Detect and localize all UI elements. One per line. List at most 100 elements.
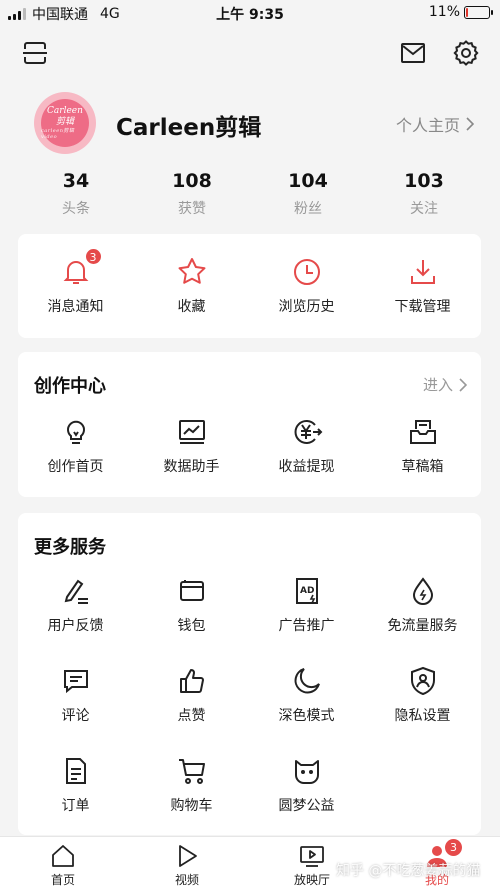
more-services-card: 更多服务 用户反馈 钱包 AD 广告推广 免流量服务 评论 点赞 深色模式 隐私… bbox=[18, 513, 481, 835]
stat-following[interactable]: 103 关注 bbox=[366, 170, 482, 218]
star-icon bbox=[176, 256, 208, 288]
clock-icon bbox=[291, 256, 323, 288]
service-likes[interactable]: 点赞 bbox=[134, 665, 249, 725]
stat-value: 104 bbox=[288, 170, 328, 192]
nav-label: 放映厅 bbox=[293, 873, 330, 887]
notification-badge: 3 bbox=[84, 248, 102, 265]
bell-icon: 3 bbox=[60, 248, 102, 288]
nav-video[interactable]: 视频 bbox=[137, 843, 237, 888]
nav-label: 我的 bbox=[424, 873, 449, 887]
stat-value: 108 bbox=[172, 170, 212, 192]
creation-label: 草稿箱 bbox=[401, 459, 444, 475]
yuan-icon bbox=[291, 416, 323, 448]
creation-center-enter-link[interactable]: 进入 bbox=[423, 374, 467, 395]
chart-icon bbox=[176, 416, 208, 448]
cart-icon bbox=[176, 755, 208, 787]
creation-center-title: 创作中心 bbox=[34, 376, 106, 397]
scan-icon[interactable] bbox=[20, 38, 50, 68]
service-label: 圆梦公益 bbox=[278, 798, 335, 814]
avatar[interactable]: Carleen 剪辑 carleen剪辑 video bbox=[34, 92, 96, 154]
creation-data-assistant[interactable]: 数据助手 bbox=[134, 416, 249, 476]
creation-label: 收益提现 bbox=[278, 459, 335, 475]
stat-likes[interactable]: 108 获赞 bbox=[134, 170, 250, 218]
nav-label: 视频 bbox=[174, 873, 199, 887]
home-icon bbox=[50, 843, 76, 869]
action-label: 下载管理 bbox=[394, 299, 451, 315]
theater-icon bbox=[299, 843, 325, 869]
profile-stats: 34 头条 108 获赞 104 粉丝 103 关注 bbox=[18, 170, 482, 218]
avatar-logo: Carleen 剪辑 carleen剪辑 video bbox=[41, 99, 89, 147]
comment-icon bbox=[60, 665, 92, 697]
bottom-nav: 首页 视频 放映厅 3 我的 bbox=[0, 836, 500, 889]
service-data-free[interactable]: 免流量服务 bbox=[365, 575, 480, 635]
service-label: 广告推广 bbox=[278, 618, 335, 634]
action-label: 消息通知 bbox=[47, 299, 104, 315]
creation-label: 数据助手 bbox=[163, 459, 220, 475]
moon-icon bbox=[291, 665, 323, 697]
avatar-logo-tagline: carleen剪辑 video bbox=[41, 127, 75, 140]
service-label: 免流量服务 bbox=[387, 618, 458, 634]
nav-profile[interactable]: 3 我的 bbox=[387, 839, 487, 888]
creation-drafts[interactable]: 草稿箱 bbox=[365, 416, 480, 476]
service-wallet[interactable]: 钱包 bbox=[134, 575, 249, 635]
nav-label: 首页 bbox=[50, 873, 75, 887]
battery-icon bbox=[464, 5, 493, 19]
data-free-icon bbox=[407, 575, 439, 607]
chevron-right-icon bbox=[459, 377, 467, 392]
service-label: 钱包 bbox=[177, 618, 206, 634]
top-bar bbox=[0, 36, 500, 72]
service-dark-mode[interactable]: 深色模式 bbox=[249, 665, 364, 725]
stat-headlines[interactable]: 34 头条 bbox=[18, 170, 134, 218]
status-time: 上午 9:35 bbox=[216, 7, 284, 23]
username[interactable]: Carleen剪辑 bbox=[116, 108, 261, 142]
service-cart[interactable]: 购物车 bbox=[134, 755, 249, 815]
chevron-right-icon bbox=[466, 117, 474, 131]
service-label: 隐私设置 bbox=[394, 708, 451, 724]
service-comments[interactable]: 评论 bbox=[18, 665, 133, 725]
service-privacy[interactable]: 隐私设置 bbox=[365, 665, 480, 725]
creation-center-card: 创作中心 进入 创作首页 数据助手 收益提现 草稿箱 bbox=[18, 352, 481, 497]
enter-link-label: 进入 bbox=[422, 376, 453, 394]
avatar-logo-text: Carleen bbox=[47, 106, 83, 117]
privacy-shield-icon bbox=[407, 665, 439, 697]
service-label: 评论 bbox=[61, 708, 90, 724]
status-bar: 中国联通 4G 上午 9:35 11% bbox=[0, 0, 500, 26]
action-favorites[interactable]: 收藏 bbox=[134, 256, 249, 316]
avatar-logo-subtext: 剪辑 bbox=[55, 117, 74, 127]
action-downloads[interactable]: 下载管理 bbox=[365, 256, 480, 316]
stat-label: 关注 bbox=[410, 201, 438, 217]
creation-home[interactable]: 创作首页 bbox=[18, 416, 133, 476]
lightbulb-icon bbox=[60, 416, 92, 448]
gear-icon[interactable] bbox=[451, 38, 481, 68]
profile-icon: 3 bbox=[424, 839, 462, 869]
svg-text:AD: AD bbox=[300, 586, 314, 596]
service-ads[interactable]: AD 广告推广 bbox=[249, 575, 364, 635]
feedback-icon bbox=[60, 575, 92, 607]
nav-profile-badge: 3 bbox=[445, 839, 462, 856]
nav-home[interactable]: 首页 bbox=[13, 843, 113, 888]
stat-label: 头条 bbox=[62, 201, 90, 217]
mail-icon[interactable] bbox=[398, 38, 428, 68]
homepage-link[interactable]: 个人主页 bbox=[396, 112, 474, 136]
stat-value: 34 bbox=[62, 170, 90, 192]
service-label: 购物车 bbox=[170, 798, 213, 814]
service-label: 点赞 bbox=[177, 708, 206, 724]
service-label: 订单 bbox=[61, 798, 90, 814]
drafts-icon bbox=[407, 416, 439, 448]
service-label: 用户反馈 bbox=[47, 618, 104, 634]
wallet-icon bbox=[176, 575, 208, 607]
service-label: 深色模式 bbox=[278, 708, 335, 724]
service-feedback[interactable]: 用户反馈 bbox=[18, 575, 133, 635]
action-notifications[interactable]: 3 消息通知 bbox=[18, 248, 133, 316]
ad-icon: AD bbox=[291, 575, 323, 607]
stat-label: 获赞 bbox=[178, 201, 206, 217]
action-history[interactable]: 浏览历史 bbox=[249, 256, 364, 316]
service-orders[interactable]: 订单 bbox=[18, 755, 133, 815]
stat-followers[interactable]: 104 粉丝 bbox=[250, 170, 366, 218]
creation-earnings[interactable]: 收益提现 bbox=[249, 416, 364, 476]
creation-label: 创作首页 bbox=[47, 459, 104, 475]
service-charity[interactable]: 圆梦公益 bbox=[249, 755, 364, 815]
nav-theater[interactable]: 放映厅 bbox=[262, 843, 362, 888]
homepage-link-label: 个人主页 bbox=[395, 116, 460, 135]
more-services-title: 更多服务 bbox=[34, 537, 106, 558]
